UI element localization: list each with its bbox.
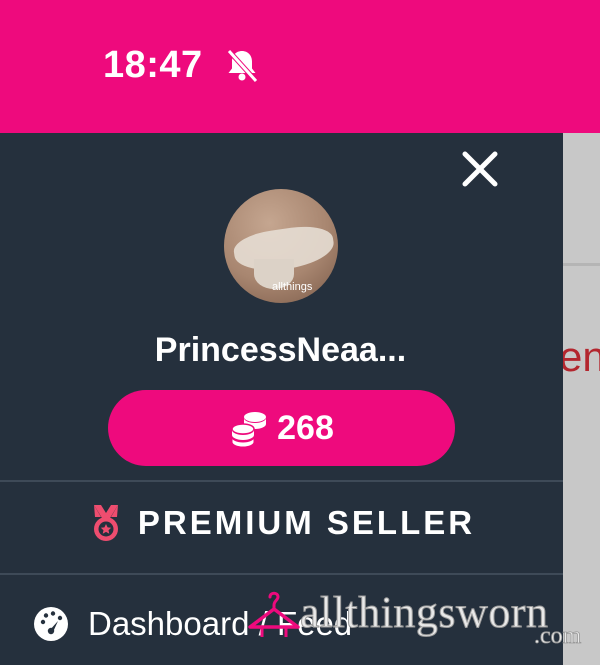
clock: 18:47 xyxy=(103,44,203,86)
gauge-icon xyxy=(34,607,68,641)
avatar-watermark: allthings xyxy=(272,281,313,293)
watermark-domain: .com xyxy=(534,623,582,650)
avatar[interactable]: allthings xyxy=(224,189,338,303)
medal-icon xyxy=(93,505,118,541)
premium-seller-badge: PREMIUM SELLER xyxy=(0,503,563,543)
background-partial-text: en xyxy=(559,333,600,380)
premium-seller-label: PREMIUM SELLER xyxy=(137,504,476,541)
close-icon[interactable] xyxy=(458,147,502,191)
coins-stack-icon xyxy=(231,412,267,448)
bell-slash-icon xyxy=(227,49,258,83)
divider xyxy=(0,480,563,482)
tokens-button[interactable]: 268 xyxy=(108,390,455,466)
hanger-icon xyxy=(248,591,300,637)
allthingsworn-watermark: allthingsworn .com xyxy=(244,585,600,655)
status-bar: 18:47 xyxy=(0,0,600,133)
watermark-text: allthingsworn xyxy=(299,588,549,638)
divider xyxy=(0,573,563,575)
username[interactable]: PrincessNeaa... xyxy=(0,331,563,370)
token-count: 268 xyxy=(277,408,334,447)
